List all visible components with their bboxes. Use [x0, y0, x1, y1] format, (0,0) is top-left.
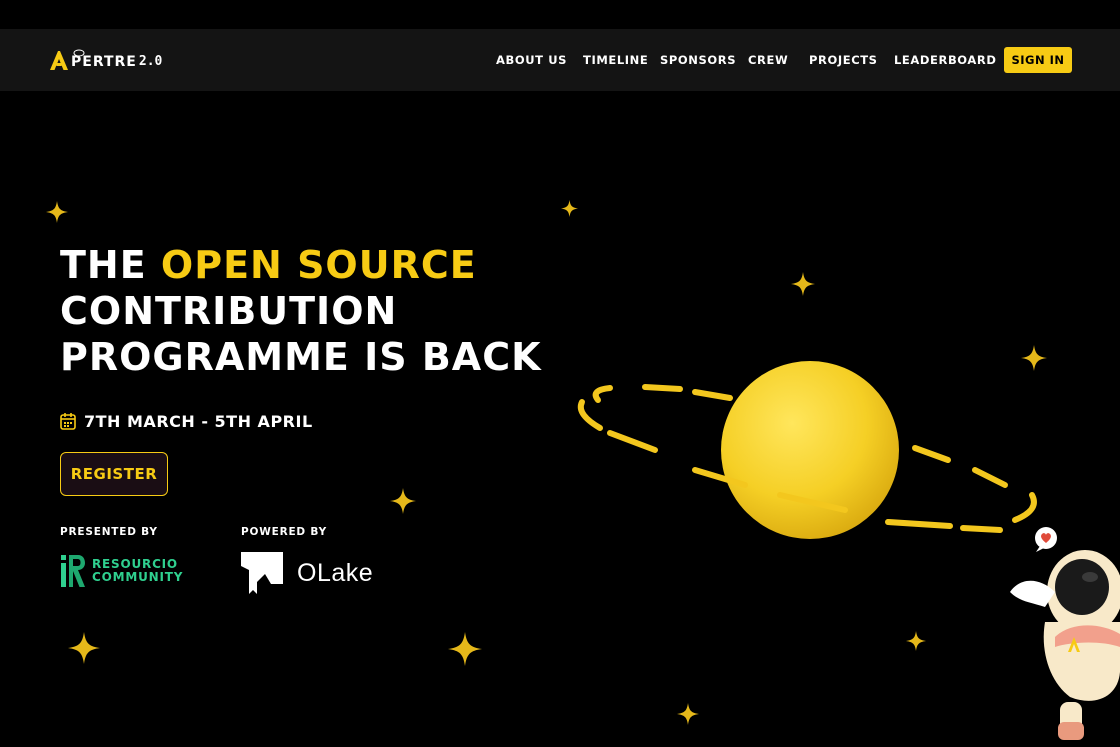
sparkle-star-icon [46, 201, 68, 223]
event-date: 7th March - 5th April [60, 408, 313, 434]
presented-by-label: Presented By [60, 526, 158, 538]
astronaut-illustration [1010, 527, 1120, 740]
hero-title-accent: Open Source [160, 243, 477, 287]
nav-leaderboard[interactable]: Leaderboard [894, 53, 996, 67]
hero-title-prefix: The [60, 243, 147, 287]
olake-name: OLake [297, 558, 374, 587]
sparkle-star-icon [390, 488, 416, 514]
nav-projects[interactable]: Projects [809, 53, 878, 67]
nav-timeline[interactable]: Timeline [583, 53, 648, 67]
landing-page: PERTRE 2.0 About Us Timeline Sponsors Cr… [0, 0, 1120, 747]
olake-logo-icon [241, 552, 283, 594]
sparkle-star-icon [68, 632, 100, 664]
resourcio-community-logo[interactable]: RESOURCIO COMMUNITY [60, 552, 183, 590]
olake-logo[interactable]: OLake [241, 552, 373, 594]
navbar: PERTRE 2.0 About Us Timeline Sponsors Cr… [0, 29, 1120, 91]
calendar-icon [60, 413, 76, 430]
nav-about-us[interactable]: About Us [496, 53, 567, 67]
hero-title-line-3: Programme is Back [60, 335, 542, 379]
hero-title-line-2: Contribution [60, 289, 398, 333]
nav-crew[interactable]: Crew [748, 53, 788, 67]
hero-title-line-1: The Open Source [60, 242, 580, 288]
resourcio-logo-icon [61, 555, 85, 587]
sparkle-star-icon [906, 631, 926, 651]
sparkle-star-icon [561, 200, 578, 217]
sign-in-button[interactable]: Sign In [1004, 47, 1072, 73]
planet-illustration [577, 361, 1037, 539]
sparkle-star-icon [448, 632, 482, 666]
nav-links: About Us Timeline Sponsors Crew Projects… [0, 29, 1120, 91]
sparkle-star-icon [677, 703, 699, 725]
powered-by-label: Powered By [241, 526, 328, 538]
nav-sponsors[interactable]: Sponsors [660, 53, 736, 67]
resourcio-name-line-2: COMMUNITY [92, 570, 184, 584]
hero-title: The Open Source Contribution Programme i… [60, 242, 580, 380]
sparkle-star-icon [791, 272, 815, 296]
event-date-text: 7th March - 5th April [84, 411, 313, 431]
resourcio-name: RESOURCIO COMMUNITY [92, 558, 183, 584]
register-button[interactable]: Register [60, 452, 168, 496]
